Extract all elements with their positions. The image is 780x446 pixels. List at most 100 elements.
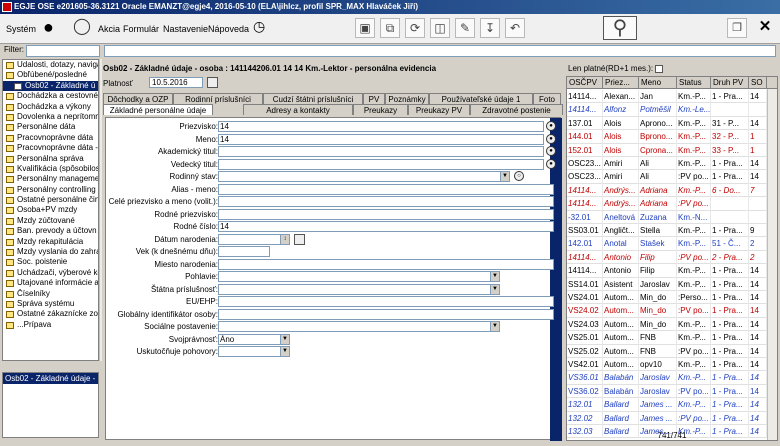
table-row[interactable]: 14114... Alfonz Potměšil Km.-Le... — [567, 103, 767, 117]
chevron-down-icon[interactable]: ▼ — [280, 334, 289, 344]
table-row[interactable]: 144.01 Alois Bprono... Km.-P... 32 - P... 1 — [567, 130, 767, 144]
nav-tree-item[interactable]: Ostatné zákaznícke zos — [3, 309, 98, 319]
tab[interactable]: Základné personálne údaje — [103, 104, 213, 115]
tab[interactable]: Preukazy — [353, 104, 408, 115]
nav-tree-item[interactable]: Obľúbené/posledné — [3, 70, 98, 80]
chevron-down-icon[interactable]: ▼ — [490, 284, 499, 294]
open-form-item[interactable]: Osb02 - Základné údaje - — [3, 373, 98, 384]
field-input[interactable] — [218, 258, 554, 270]
menu-napoveda[interactable]: Nápoveda — [208, 24, 249, 34]
field-input[interactable]: 14 — [218, 133, 544, 145]
nav-tree-item[interactable]: Udalosti, dotazy, navigá — [3, 60, 98, 70]
field-input[interactable] — [218, 296, 554, 307]
table-row[interactable]: VS24.02 Autom... Min_do:PV po... 1 - Pra...… — [567, 304, 767, 318]
nav-tree-item[interactable]: ...Prípava — [3, 320, 98, 330]
close-icon[interactable]: ✕ — [755, 18, 775, 38]
new-record-icon[interactable]: ▣ — [355, 18, 375, 38]
edit-icon[interactable]: ✎ — [455, 18, 475, 38]
lookup-icon[interactable]: ● — [546, 158, 556, 169]
nav-tree-item[interactable]: Dochádzka a cestovné — [3, 91, 98, 101]
grid-scrollbar[interactable] — [767, 89, 777, 440]
nav-tree-item[interactable]: Personálny managemer — [3, 174, 98, 184]
chevron-down-icon[interactable]: ▼ — [280, 347, 289, 356]
menu-akcia[interactable]: Akcia — [98, 24, 120, 34]
nav-tree-item[interactable]: Správa systému — [3, 299, 98, 309]
table-row[interactable]: OSC23... Amiri Ali Km.-P... 1 - Pra... 14 — [567, 157, 767, 171]
table-row[interactable]: 142.01 Anotal Stašek Km.-P... 51 - Č... 2 — [567, 237, 767, 251]
lookup-icon[interactable]: ○ — [514, 171, 524, 181]
tab[interactable]: PV — [363, 93, 385, 104]
clock-icon[interactable]: ◷ — [253, 18, 265, 35]
table-row[interactable]: 14114... Andrýs... Adriana Km.-P... 6 - Do..… — [567, 183, 767, 198]
menu-system[interactable]: Systém — [6, 24, 36, 34]
len-platne-checkbox[interactable] — [655, 64, 664, 73]
table-row[interactable]: 152.01 Alois Cprona... Km.-P... 33 - P... 1 — [567, 143, 767, 157]
menu-formular[interactable]: Formulár — [123, 24, 159, 34]
grid-column-header[interactable]: Meno — [639, 77, 677, 89]
field-input[interactable] — [218, 196, 554, 207]
nav-tree-scrollbar[interactable] — [99, 59, 102, 361]
spinner-icon[interactable]: ↕ — [280, 234, 289, 244]
nav-tree-item[interactable]: Mzdy rekapitulácia — [3, 237, 98, 247]
table-row[interactable]: VS36.02 Balabán Jaroslav:PV po... 1 - Pra..… — [567, 384, 767, 399]
nav-tree-item[interactable]: Dovolenka a neprítomn — [3, 112, 98, 122]
calendar-icon[interactable] — [207, 77, 218, 88]
table-row[interactable]: SS14.01 Asistent Jaroslav Km.-P... 1 - Pra..… — [567, 277, 767, 291]
table-row[interactable]: OSC23... Amiri Ali:PV po... 1 - Pra... 14 — [567, 170, 767, 184]
table-row[interactable]: VS24.01 Autom... Min_do:Perso... 1 - Pra...… — [567, 291, 767, 305]
delete-icon[interactable]: ◫ — [430, 18, 450, 38]
table-row[interactable]: VS36.01 Balabán Jaroslav Km.-P... 1 - Pra...… — [567, 371, 767, 385]
table-row[interactable]: VS24.03 Autom... Min_do Km.-P... 1 - Pra... 1… — [567, 317, 767, 332]
tab[interactable]: Foto — [533, 93, 561, 104]
table-row[interactable]: 14114... Andrýs... Adriana:PV po... — [567, 197, 767, 211]
undo-icon[interactable]: ↶ — [505, 18, 525, 38]
grid-column-header[interactable]: Priez... — [603, 77, 639, 89]
field-input[interactable] — [218, 308, 554, 320]
table-row[interactable]: VS42.01 Autom... opv10 Km.-P... 1 - Pra... 14 — [567, 358, 767, 372]
table-row[interactable]: SS03.01 Angličt... Stella Km.-P... 1 - Pra..… — [567, 224, 767, 238]
table-row[interactable]: 132.02 Ballard James ...:PV po... 1 - Pra..… — [567, 411, 767, 425]
user-icon[interactable]: ● — [43, 17, 54, 38]
nav-tree-item[interactable]: Dochádzka a výkony — [3, 102, 98, 112]
field-input[interactable]: 14 — [218, 121, 544, 132]
field-input[interactable]: 14 — [218, 221, 554, 232]
tab[interactable]: Poznámky — [385, 93, 429, 104]
table-row[interactable]: -32.01 Aneltová Zuzana Km.-N... — [567, 210, 767, 224]
grid-column-header[interactable]: SO — [749, 77, 767, 89]
command-input[interactable] — [104, 45, 776, 57]
lookup-icon[interactable]: ● — [546, 146, 556, 156]
lookup-icon[interactable]: ● — [546, 121, 556, 131]
tab[interactable]: Rodinní príslušníci — [173, 93, 263, 104]
table-row[interactable]: 132.01 Ballard James ... Km.-P... 1 - Pra...… — [567, 398, 767, 412]
tab[interactable]: Používateľské údaje 1 — [429, 93, 533, 104]
filter-input[interactable] — [26, 45, 100, 57]
field-input[interactable] — [218, 283, 500, 295]
windows-icon[interactable]: ❐ — [727, 18, 747, 38]
nav-tree-item[interactable]: Utajované informácie a — [3, 278, 98, 288]
tab[interactable]: Dôchodky a OZP — [103, 93, 173, 104]
refresh-icon[interactable]: ⟳ — [405, 18, 425, 38]
nav-tree-item[interactable]: Číselníky — [3, 289, 98, 299]
nav-tree-item[interactable]: Personálny controlling — [3, 185, 98, 195]
field-input[interactable] — [218, 321, 500, 332]
table-row[interactable]: 14114... Antonio Filip Km.-P... 1 - Pra... 14 — [567, 264, 767, 278]
nav-tree-item[interactable]: Osb02 - Základné ú — [3, 80, 98, 92]
platnost-input[interactable]: 10.5.2016 — [149, 77, 203, 88]
nav-tree-item[interactable]: Mzdy vyslania do zahran — [3, 247, 98, 257]
field-input[interactable] — [218, 271, 500, 282]
table-row[interactable]: VS25.01 Autom... FNB Km.-P... 1 - Pra... 14 — [567, 331, 767, 345]
nav-tree-item[interactable]: Osoba+PV mzdy — [3, 205, 98, 215]
nav-tree-item[interactable]: Personálna správa — [3, 154, 98, 164]
tab[interactable]: Zdravotné postenie — [470, 104, 563, 115]
save-icon[interactable]: ↧ — [480, 18, 500, 38]
grid-column-header[interactable]: Status — [677, 77, 711, 89]
field-input[interactable] — [218, 146, 544, 157]
nav-tree-item[interactable]: Pracovnoprávne dáta — [3, 133, 98, 143]
chevron-down-icon[interactable]: ▼ — [490, 272, 499, 281]
lookup-icon[interactable]: ● — [546, 133, 556, 144]
grid-column-header[interactable]: Druh PV — [711, 77, 749, 89]
lightbulb-icon[interactable]: ◯ — [73, 16, 91, 36]
menu-nastavenie[interactable]: Nastavenie — [163, 24, 208, 34]
field-input[interactable] — [218, 158, 544, 170]
calendar-icon[interactable] — [294, 233, 305, 245]
